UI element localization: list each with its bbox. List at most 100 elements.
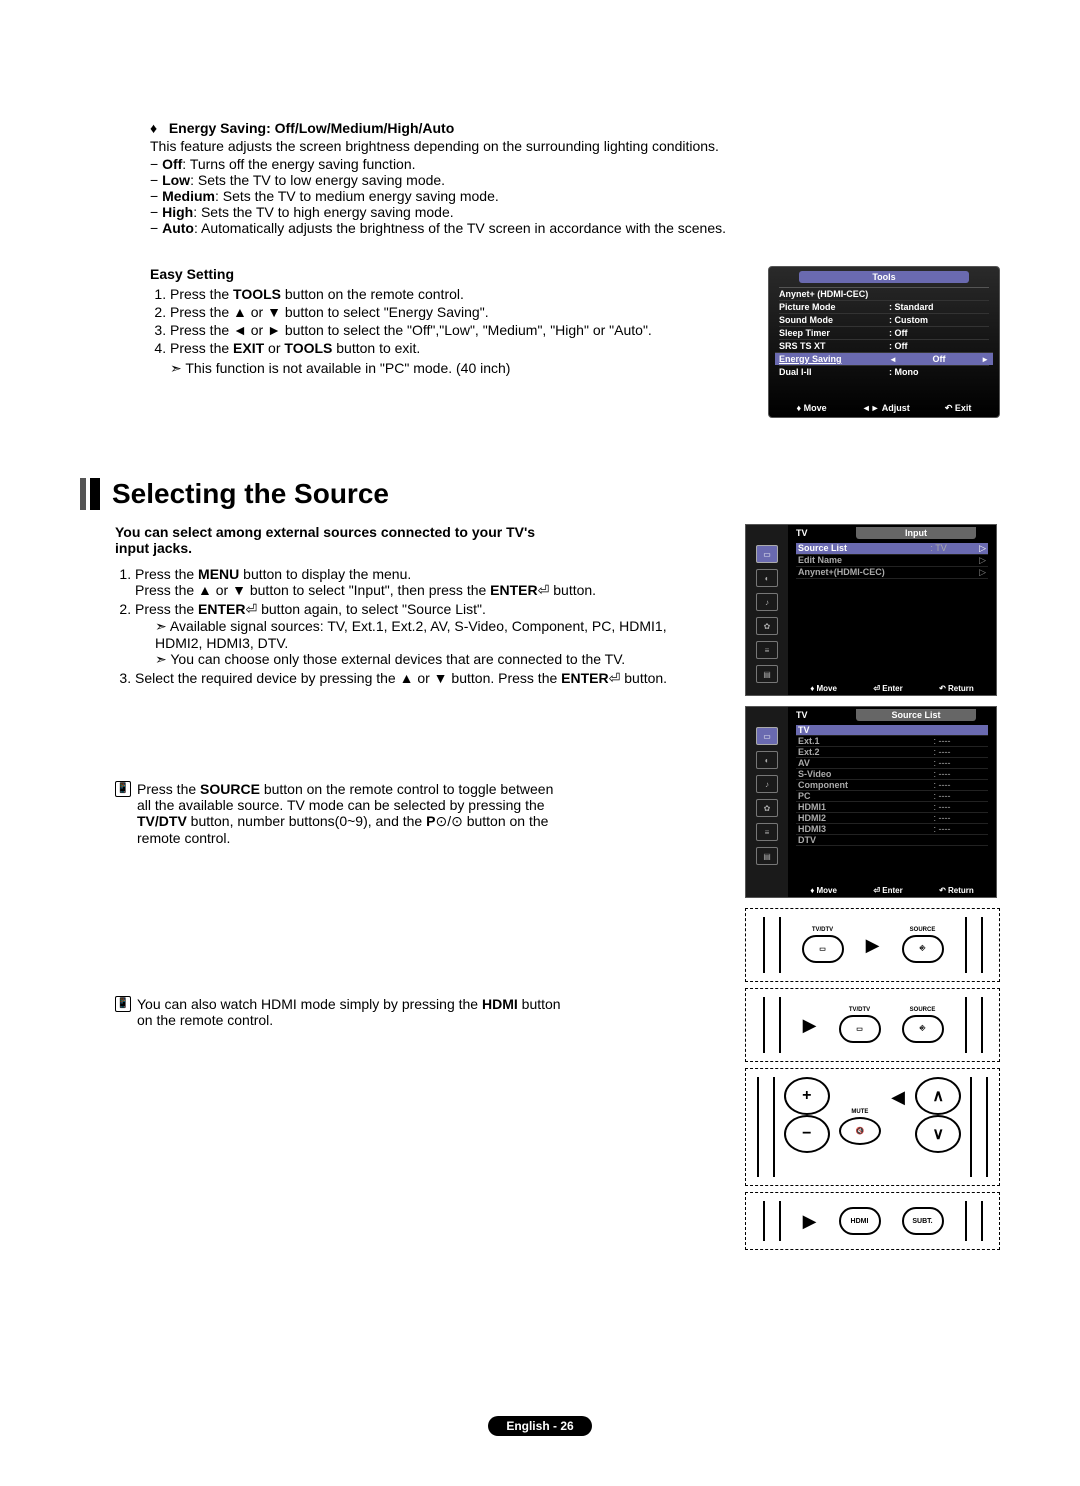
ch-up-icon: ⊙ bbox=[435, 813, 447, 829]
source-list-osd: ▭ ◐ ♪ ✿ ≡ ▤ TV Source List TVExt.1: ----… bbox=[745, 706, 997, 898]
remote-tip-1: 📱 Press the SOURCE button on the remote … bbox=[115, 781, 715, 846]
source-row: PC: ---- bbox=[796, 791, 988, 802]
ch-down-button: ∨ bbox=[915, 1115, 961, 1153]
remote-diagram-3: + − MUTE 🔇 ◀ ∧ ∨ bbox=[745, 1068, 1000, 1186]
remote-frame-icon bbox=[757, 1077, 775, 1177]
energy-options: Off: Turns off the energy saving functio… bbox=[150, 156, 1000, 236]
opt-high: High: Sets the TV to high energy saving … bbox=[150, 204, 1000, 220]
footer-exit: ↶ Exit bbox=[945, 403, 972, 414]
osd-sidebar: ▭ ◐ ♪ ✿ ≡ ▤ bbox=[746, 525, 788, 695]
vol-up-button: + bbox=[784, 1077, 830, 1115]
subt-button: SUBT. bbox=[902, 1207, 944, 1235]
input-osd-footer: ♦ Move ⏎ Enter ↶ Return bbox=[788, 682, 996, 695]
easy-step-3: Press the ◄ or ► button to select the "O… bbox=[170, 322, 720, 338]
page-number: English - 26 bbox=[488, 1416, 591, 1436]
footer-move: ♦ Move bbox=[797, 403, 827, 414]
tvdtv-button: ▭ bbox=[802, 935, 844, 963]
tools-osd: Tools Anynet+ (HDMI-CEC) Picture Mode: S… bbox=[768, 266, 1000, 418]
remote-icon: 📱 bbox=[115, 996, 131, 1012]
remote-tip-2: 📱 You can also watch HDMI mode simply by… bbox=[115, 996, 715, 1028]
tools-row-energy: Energy Saving ◄Off► bbox=[775, 352, 993, 365]
sidebar-icon: ≡ bbox=[756, 823, 778, 841]
remote-frame-icon bbox=[965, 997, 983, 1053]
remote-icon: 📱 bbox=[115, 781, 131, 797]
easy-step-4: Press the EXIT or TOOLS button to exit. bbox=[170, 340, 720, 356]
bullet-icon: ♦ bbox=[150, 120, 165, 136]
source-row: AV: ---- bbox=[796, 758, 988, 769]
heading-bar-icon bbox=[80, 478, 86, 510]
remote-frame-icon bbox=[763, 1201, 781, 1241]
tools-row-dual: Dual I-II: Mono bbox=[779, 365, 989, 378]
step-2-note-1: Available signal sources: TV, Ext.1, Ext… bbox=[155, 618, 715, 651]
osd-tv-label: TV bbox=[788, 707, 846, 723]
sidebar-input-icon: ▭ bbox=[756, 545, 778, 563]
source-button: ⎆ bbox=[902, 1015, 944, 1043]
sidebar-icon: ◐ bbox=[756, 569, 778, 587]
opt-auto: Auto: Automatically adjusts the brightne… bbox=[150, 220, 1000, 236]
left-arrow-icon: ◄ bbox=[889, 355, 897, 364]
footer-adjust: ◄► Adjust bbox=[862, 403, 910, 414]
easy-steps: Press the TOOLS button on the remote con… bbox=[150, 286, 720, 356]
intro-text: You can select among external sources co… bbox=[115, 524, 555, 556]
input-row-source: Source List: TV▷ bbox=[796, 543, 988, 555]
page-footer: English - 26 bbox=[0, 1416, 1080, 1436]
source-row: Ext.1: ---- bbox=[796, 736, 988, 747]
enter-icon: ⏎ bbox=[245, 601, 257, 617]
right-arrow-icon: ▷ bbox=[979, 543, 986, 554]
source-row: HDMI2: ---- bbox=[796, 813, 988, 824]
heading-bar-icon bbox=[90, 478, 100, 510]
remote-diagram-2: ▶ TV/DTV ▭ SOURCE ⎆ bbox=[745, 988, 1000, 1062]
step-1: Press the MENU button to display the men… bbox=[135, 566, 715, 599]
remote-frame-icon bbox=[965, 1201, 983, 1241]
sidebar-icon: ✿ bbox=[756, 799, 778, 817]
step-3: Select the required device by pressing t… bbox=[135, 670, 715, 687]
remote-frame-icon bbox=[970, 1077, 988, 1177]
osd-tv-label: TV bbox=[788, 525, 846, 541]
tools-row-sound: Sound Mode: Custom bbox=[779, 313, 989, 326]
hdmi-button: HDMI bbox=[839, 1207, 881, 1235]
opt-off: Off: Turns off the energy saving functio… bbox=[150, 156, 1000, 172]
tools-row-anynet: Anynet+ (HDMI-CEC) bbox=[779, 287, 989, 300]
right-arrow-icon: ► bbox=[981, 355, 989, 364]
input-row-edit: Edit Name▷ bbox=[796, 555, 988, 567]
tools-footer: ♦ Move ◄► Adjust ↶ Exit bbox=[769, 400, 999, 417]
vol-down-button: − bbox=[784, 1115, 830, 1153]
enter-icon: ⏎ bbox=[609, 670, 621, 686]
tools-row-sleep: Sleep Timer: Off bbox=[779, 326, 989, 339]
pointer-arrow-icon: ▶ bbox=[802, 1017, 818, 1033]
sidebar-icon: ♪ bbox=[756, 775, 778, 793]
pointer-arrow-icon: ◀ bbox=[890, 1089, 906, 1105]
source-row: HDMI1: ---- bbox=[796, 802, 988, 813]
step-2-note-2: You can choose only those external devic… bbox=[155, 651, 715, 668]
source-osd-title: Source List bbox=[856, 709, 976, 721]
energy-heading: Energy Saving: Off/Low/Medium/High/Auto bbox=[169, 120, 454, 136]
remote-frame-icon bbox=[763, 997, 781, 1053]
selecting-source-heading: Selecting the Source bbox=[80, 478, 1000, 510]
sidebar-icon: ≡ bbox=[756, 641, 778, 659]
pointer-arrow-icon: ▶ bbox=[802, 1213, 818, 1229]
source-button: ⎆ bbox=[902, 935, 944, 963]
ch-down-icon: ⊙ bbox=[451, 813, 463, 829]
mute-button: 🔇 bbox=[839, 1117, 881, 1145]
tools-row-srs: SRS TS XT: Off bbox=[779, 339, 989, 352]
source-row: DTV bbox=[796, 835, 988, 846]
easy-setting-section: Easy Setting Press the TOOLS button on t… bbox=[150, 266, 720, 418]
source-steps: Press the MENU button to display the men… bbox=[115, 566, 715, 687]
step-2: Press the ENTER⏎ button again, to select… bbox=[135, 601, 715, 668]
remote-frame-icon bbox=[763, 917, 781, 973]
pointer-arrow-icon: ▶ bbox=[865, 937, 881, 953]
section-title: Selecting the Source bbox=[112, 478, 389, 510]
remote-diagram-4: ▶ HDMI SUBT. bbox=[745, 1192, 1000, 1250]
easy-step-2: Press the ▲ or ▼ button to select "Energ… bbox=[170, 304, 720, 320]
enter-icon: ⏎ bbox=[538, 582, 550, 598]
tools-row-picture: Picture Mode: Standard bbox=[779, 300, 989, 313]
source-row: Component: ---- bbox=[796, 780, 988, 791]
source-row: HDMI3: ---- bbox=[796, 824, 988, 835]
ch-up-button: ∧ bbox=[915, 1077, 961, 1115]
source-row: Ext.2: ---- bbox=[796, 747, 988, 758]
easy-note: This function is not available in "PC" m… bbox=[170, 360, 720, 377]
opt-low: Low: Sets the TV to low energy saving mo… bbox=[150, 172, 1000, 188]
sidebar-icon: ✿ bbox=[756, 617, 778, 635]
source-row: S-Video: ---- bbox=[796, 769, 988, 780]
input-row-anynet: Anynet+(HDMI-CEC)▷ bbox=[796, 567, 988, 579]
